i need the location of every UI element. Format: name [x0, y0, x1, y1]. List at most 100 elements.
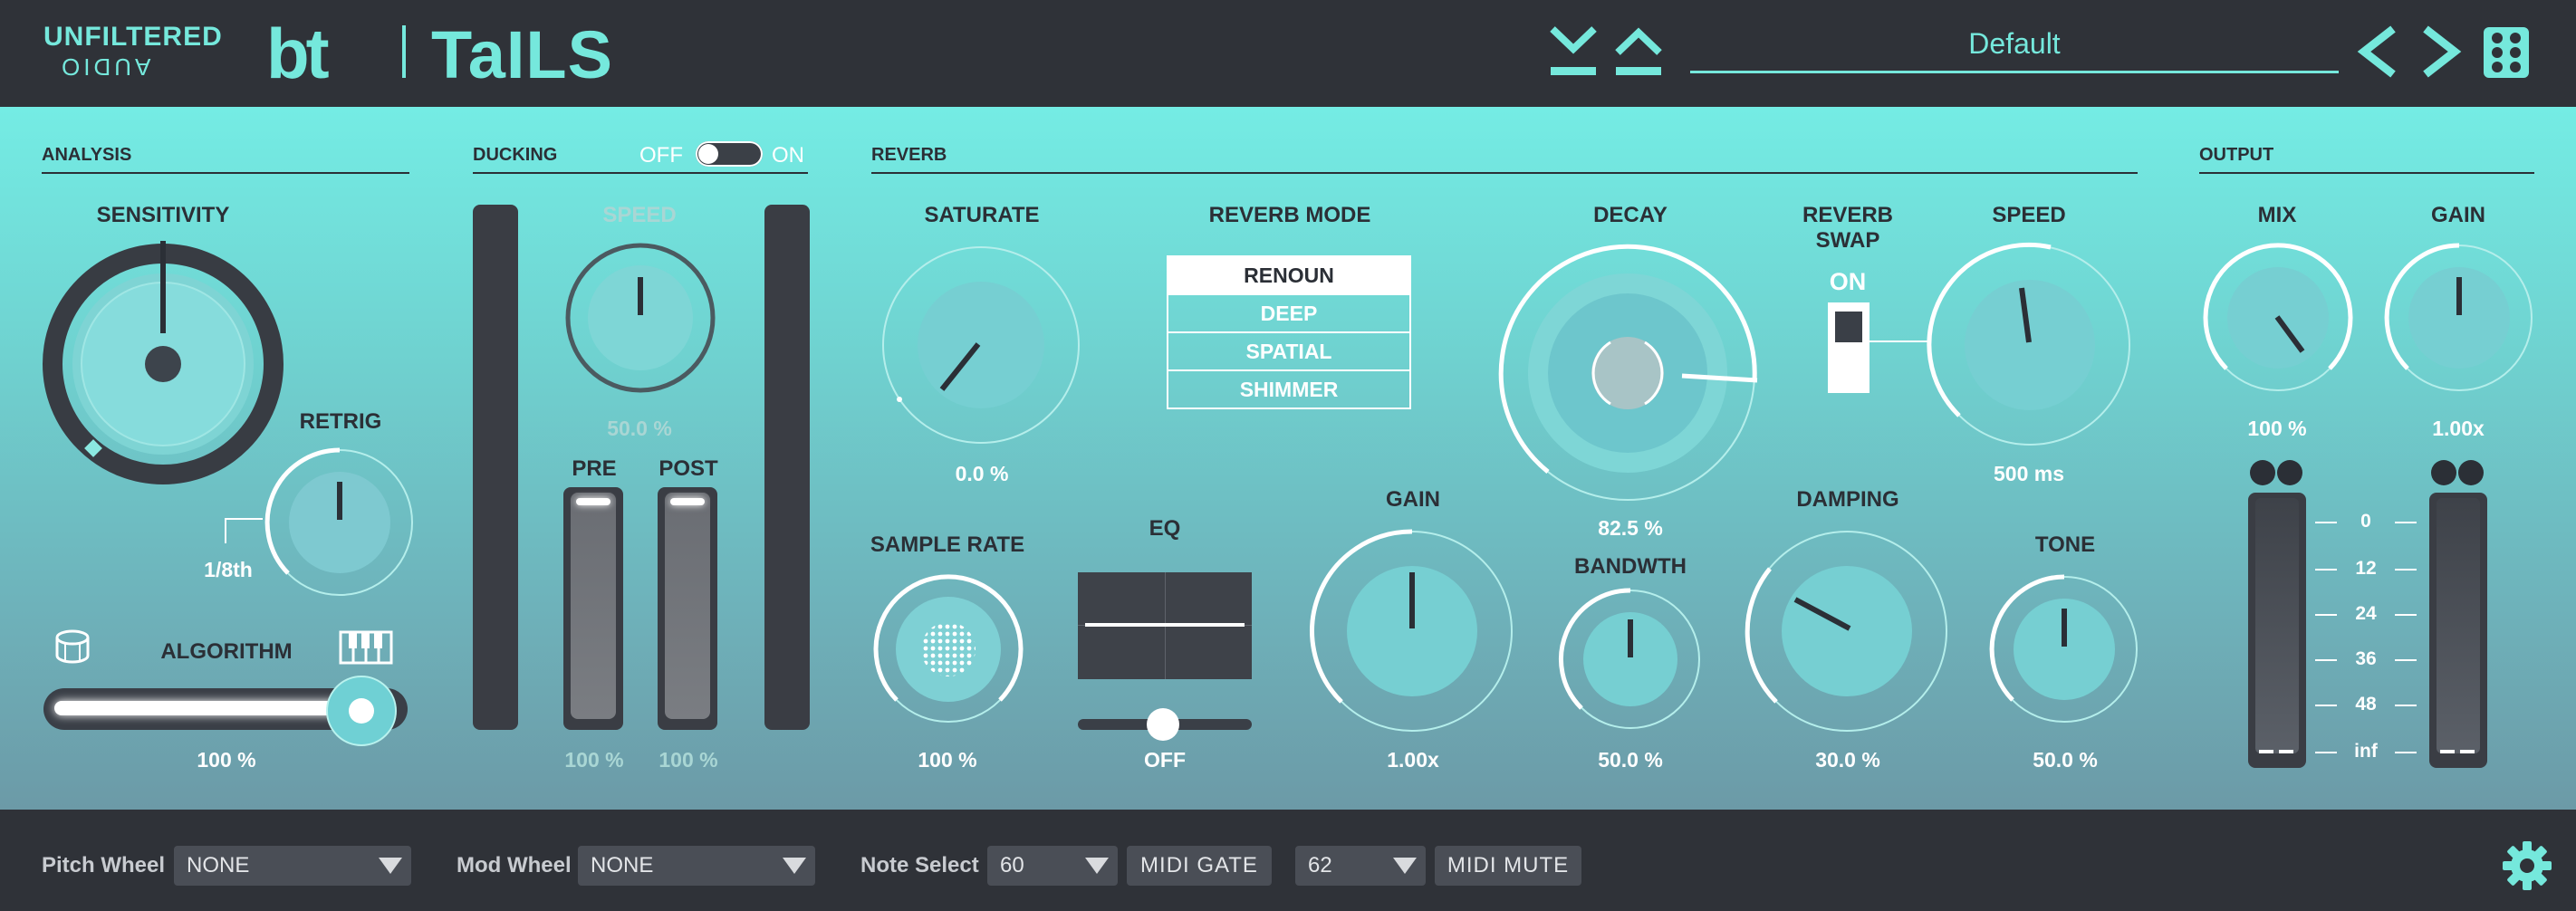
gain-meter-peak-left — [2431, 460, 2456, 485]
ducking-line — [473, 172, 808, 174]
reverb-swap-switch[interactable] — [1828, 302, 1870, 393]
decay-knob[interactable] — [1496, 237, 1768, 509]
tone-knob[interactable] — [1987, 572, 2141, 726]
decay-value: 82.5 % — [1598, 516, 1663, 540]
ducking-right-meter — [764, 205, 810, 730]
reverb-swap-switch-thumb — [1835, 312, 1862, 342]
load-upload-icon[interactable] — [1614, 25, 1663, 78]
reverb-line — [871, 172, 2138, 174]
post-value: 100 % — [658, 748, 718, 772]
damping-knob[interactable] — [1743, 527, 1951, 735]
save-download-icon[interactable] — [1549, 25, 1598, 78]
gain-meter — [2429, 493, 2487, 768]
reverb-speed-label: SPEED — [1992, 203, 2066, 227]
mode-spatial[interactable]: SPATIAL — [1167, 331, 1411, 371]
ducking-toggle[interactable] — [696, 141, 763, 167]
algorithm-value: 100 % — [197, 748, 256, 772]
sample-rate-label: SAMPLE RATE — [870, 532, 1025, 557]
eq-label: EQ — [1149, 516, 1181, 541]
brand-unfiltered: UNFILTERED — [43, 22, 223, 52]
mix-meter-peak-right — [2277, 460, 2302, 485]
scale-0: 0 — [2360, 511, 2371, 532]
meter-scale: 0 12 24 36 48 inf — [2315, 511, 2417, 764]
saturate-knob[interactable] — [879, 243, 1083, 447]
reverb-gain-knob[interactable] — [1308, 527, 1516, 735]
ducking-speed-value: 50.0 % — [607, 417, 672, 440]
note-mute-dropdown[interactable]: 62 — [1295, 846, 1426, 886]
pre-meter-handle[interactable] — [576, 498, 610, 505]
brand-audio: AUDIO — [58, 53, 151, 81]
next-preset-icon[interactable] — [2418, 25, 2464, 78]
reverb-swap-label-2: SWAP — [1815, 228, 1880, 253]
post-meter[interactable] — [658, 487, 717, 730]
post-label: POST — [658, 456, 718, 481]
note-gate-dropdown[interactable]: 60 — [987, 846, 1118, 886]
damping-label: DAMPING — [1796, 487, 1899, 512]
algorithm-slider-thumb[interactable] — [322, 672, 400, 750]
gain-meter-tick-right — [2460, 750, 2475, 753]
note-select-label: Note Select — [860, 853, 979, 877]
brand-bt: bt — [266, 14, 330, 93]
retrig-knob[interactable] — [263, 446, 417, 599]
analysis-title: ANALYSIS — [42, 145, 132, 165]
previous-preset-icon[interactable] — [2355, 25, 2400, 78]
eq-slider-thumb[interactable] — [1147, 708, 1179, 741]
eq-curve — [1085, 623, 1245, 627]
chevron-down-icon — [783, 858, 806, 874]
ducking-speed-knob[interactable] — [563, 241, 717, 395]
post-meter-handle[interactable] — [670, 498, 705, 505]
top-bar: UNFILTERED AUDIO bt TaILS Default — [0, 0, 2576, 107]
gear-icon[interactable] — [2502, 840, 2552, 891]
sample-rate-value: 100 % — [918, 748, 977, 772]
mix-meter-tick-left — [2259, 750, 2273, 753]
sample-rate-knob[interactable] — [871, 572, 1025, 726]
reverb-mode-list: RENOUN DEEP SPATIAL SHIMMER — [1167, 255, 1411, 409]
sensitivity-knob[interactable] — [40, 241, 286, 487]
mode-deep[interactable]: DEEP — [1167, 293, 1411, 333]
midi-gate-button[interactable]: MIDI GATE — [1127, 846, 1272, 886]
mix-meter-peak-left — [2250, 460, 2275, 485]
output-gain-value: 1.00x — [2432, 417, 2485, 440]
preset-name[interactable]: Default — [1690, 27, 2339, 63]
output-title: OUTPUT — [2199, 145, 2274, 165]
reverb-title: REVERB — [871, 145, 947, 165]
output-line — [2199, 172, 2534, 174]
mix-meter — [2248, 493, 2306, 768]
sensitivity-label: SENSITIVITY — [96, 203, 230, 227]
mix-label: MIX — [2257, 203, 2297, 227]
scale-12: 12 — [2355, 558, 2377, 579]
pre-meter[interactable] — [563, 487, 623, 730]
eq-display[interactable] — [1078, 572, 1252, 679]
mod-wheel-dropdown[interactable]: NONE — [578, 846, 815, 886]
scale-48: 48 — [2355, 694, 2377, 714]
chevron-down-icon — [379, 858, 402, 874]
bandwidth-knob[interactable] — [1556, 585, 1705, 734]
pre-label: PRE — [572, 456, 617, 481]
mod-wheel-value: NONE — [591, 853, 654, 877]
ducking-left-meter — [473, 205, 518, 730]
reverb-swap-state: ON — [1829, 268, 1867, 295]
scale-inf: inf — [2354, 741, 2378, 762]
pitch-wheel-dropdown[interactable]: NONE — [174, 846, 411, 886]
reverb-swap-connector — [1870, 340, 1931, 342]
algorithm-label: ALGORITHM — [160, 639, 293, 664]
mix-value: 100 % — [2247, 417, 2307, 440]
mode-renoun[interactable]: RENOUN — [1167, 255, 1411, 295]
chevron-down-icon — [1393, 858, 1417, 874]
reverb-speed-knob[interactable] — [1926, 241, 2134, 449]
drum-icon — [55, 629, 90, 664]
reverb-swap-label-1: REVERB — [1802, 203, 1894, 227]
reverb-gain-label: GAIN — [1386, 487, 1440, 512]
mode-shimmer[interactable]: SHIMMER — [1167, 369, 1411, 409]
brand-divider — [402, 25, 406, 78]
ducking-speed-label: SPEED — [602, 203, 677, 227]
preset-grid-icon[interactable] — [2484, 27, 2529, 78]
pre-value: 100 % — [564, 748, 624, 772]
output-gain-knob[interactable] — [2382, 241, 2536, 395]
mod-wheel-label: Mod Wheel — [457, 853, 572, 877]
midi-mute-button[interactable]: MIDI MUTE — [1435, 846, 1581, 886]
ducking-off-label: OFF — [639, 143, 683, 168]
gain-meter-peak-right — [2458, 460, 2484, 485]
mix-knob[interactable] — [2201, 241, 2355, 395]
tone-value: 50.0 % — [2033, 748, 2098, 772]
